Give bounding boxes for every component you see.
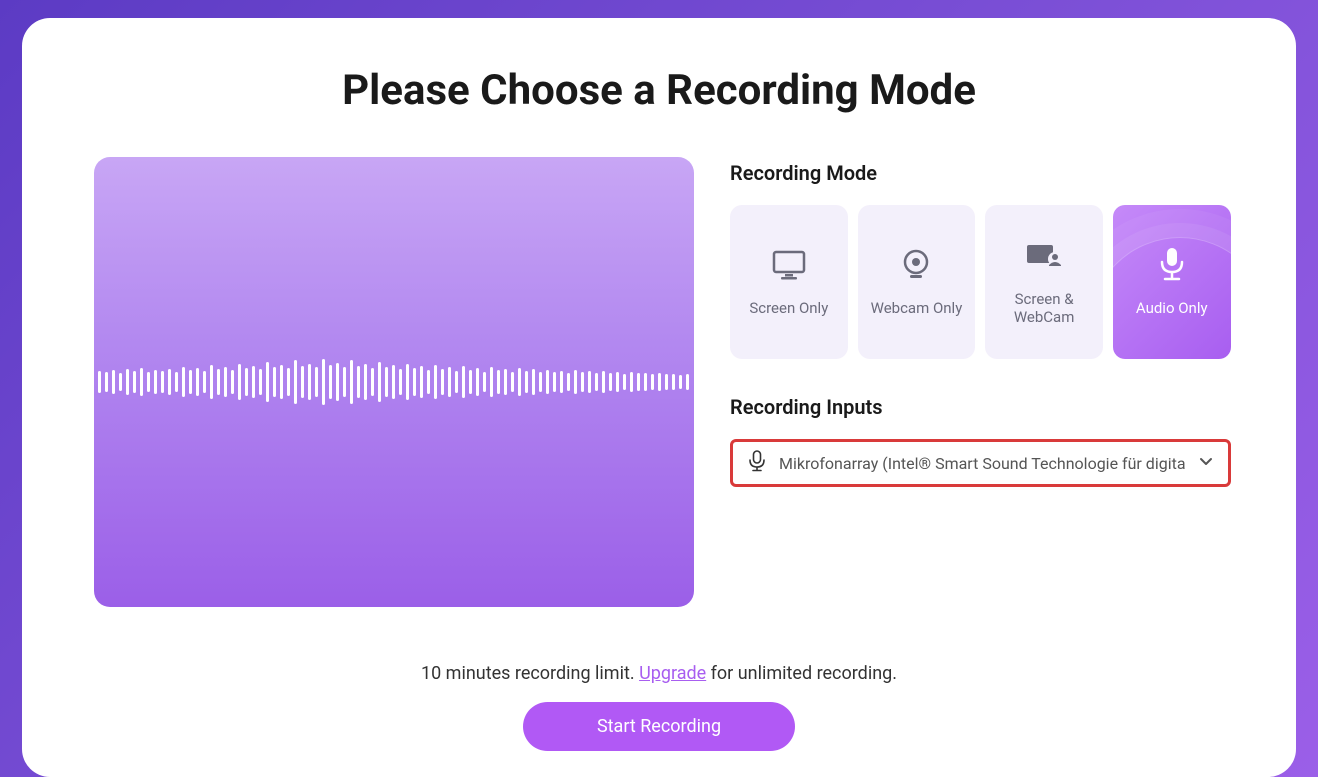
waveform-icon	[94, 359, 694, 405]
upgrade-link[interactable]: Upgrade	[639, 663, 706, 684]
screen-webcam-icon	[1025, 238, 1063, 274]
limit-text: 10 minutes recording limit. Upgrade for …	[22, 663, 1296, 684]
mode-screen-only[interactable]: Screen Only	[730, 205, 848, 359]
start-recording-button[interactable]: Start Recording	[523, 702, 795, 751]
recording-mode-panel: Please Choose a Recording Mode Recording…	[22, 18, 1296, 777]
recording-inputs-label: Recording Inputs	[730, 395, 1231, 419]
mode-webcam-only[interactable]: Webcam Only	[858, 205, 976, 359]
microphone-icon	[1158, 247, 1186, 283]
chevron-down-icon	[1198, 453, 1214, 473]
webcam-icon	[900, 247, 932, 283]
mode-label: Screen Only	[749, 299, 828, 317]
mode-screen-and-webcam[interactable]: Screen & WebCam	[985, 205, 1103, 359]
selected-device-text: Mikrofonarray (Intel® Smart Sound Techno…	[779, 454, 1186, 473]
mode-audio-only[interactable]: Audio Only	[1113, 205, 1231, 359]
options-column: Recording Mode Screen Only Webcam Only	[730, 157, 1231, 487]
microphone-select[interactable]: Mikrofonarray (Intel® Smart Sound Techno…	[730, 439, 1231, 487]
page-title: Please Choose a Recording Mode	[82, 66, 1236, 115]
limit-post: for unlimited recording.	[711, 663, 897, 684]
monitor-icon	[772, 247, 806, 283]
mode-label: Webcam Only	[871, 299, 963, 317]
audio-preview	[94, 157, 694, 607]
mode-label: Audio Only	[1136, 299, 1208, 317]
mode-label: Screen & WebCam	[993, 290, 1095, 326]
microphone-icon	[747, 450, 767, 476]
limit-pre: 10 minutes recording limit.	[421, 663, 635, 684]
footer: 10 minutes recording limit. Upgrade for …	[22, 663, 1296, 751]
mode-grid: Screen Only Webcam Only Screen & WebCam	[730, 205, 1231, 359]
recording-mode-label: Recording Mode	[730, 161, 1231, 185]
content-row: Recording Mode Screen Only Webcam Only	[82, 157, 1236, 607]
